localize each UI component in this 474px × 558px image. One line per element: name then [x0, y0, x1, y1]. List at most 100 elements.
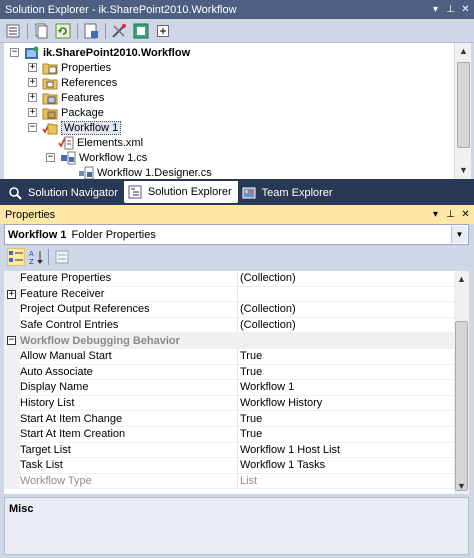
- auto-hide-pin-icon[interactable]: ⊥: [444, 209, 457, 220]
- property-row[interactable]: Project Output References (Collection): [4, 302, 454, 318]
- row-margin: [4, 473, 20, 489]
- property-row[interactable]: Start At Item Change True: [4, 411, 454, 427]
- property-value[interactable]: Workflow 1 Host List: [238, 443, 454, 458]
- chevron-down-icon[interactable]: ▼: [451, 226, 467, 243]
- property-name: History List: [20, 395, 238, 411]
- properties-toolbar: AZ: [4, 245, 469, 269]
- object-selector[interactable]: Workflow 1 Folder Properties ▼: [4, 224, 469, 245]
- tree-label: Package: [61, 106, 104, 119]
- show-all-files-icon[interactable]: [32, 22, 50, 40]
- property-row[interactable]: Start At Item Creation True: [4, 427, 454, 443]
- collapse-icon[interactable]: −: [46, 153, 55, 162]
- property-value[interactable]: (Collection): [238, 318, 454, 333]
- solution-explorer-scrollbar[interactable]: ▲ ▼: [454, 43, 471, 179]
- property-row[interactable]: Target List Workflow 1 Host List: [4, 442, 454, 459]
- tree-label: Workflow 1.Designer.cs: [97, 166, 212, 179]
- property-value[interactable]: Workflow 1 Tasks: [238, 458, 454, 473]
- property-value[interactable]: True: [238, 427, 454, 442]
- object-name: Workflow 1: [8, 228, 67, 241]
- property-row[interactable]: History List Workflow History: [4, 395, 454, 412]
- tree-node-features[interactable]: + Features: [28, 90, 104, 105]
- project-icon: [24, 46, 40, 60]
- tree-node-elements-xml[interactable]: Elements.xml: [58, 135, 143, 150]
- property-row[interactable]: + Feature Receiver: [4, 286, 454, 303]
- object-type: Folder Properties: [71, 228, 156, 241]
- tab-label: Solution Explorer: [147, 186, 232, 198]
- solution-explorer-toolbar: [0, 19, 474, 43]
- tab-solution-explorer[interactable]: Solution Explorer: [123, 181, 238, 203]
- tree-node-workflow-1-cs[interactable]: − Workflow 1.cs: [46, 150, 147, 165]
- svg-text:A: A: [29, 250, 34, 258]
- window-position-dropdown-icon[interactable]: ▾: [429, 209, 442, 220]
- tab-label: Team Explorer: [261, 187, 333, 199]
- collapse-icon[interactable]: −: [10, 48, 19, 57]
- property-row[interactable]: Auto Associate True: [4, 364, 454, 381]
- tree-label: Workflow 1.cs: [79, 151, 148, 164]
- solution-explorer-icon: [128, 185, 144, 199]
- view-designer-icon[interactable]: [110, 22, 128, 40]
- category-row[interactable]: − Workflow Debugging Behavior: [4, 333, 454, 349]
- tab-solution-navigator[interactable]: Solution Navigator: [4, 183, 124, 203]
- property-value[interactable]: True: [238, 349, 454, 364]
- scroll-thumb[interactable]: [457, 62, 470, 148]
- expand-icon[interactable]: +: [28, 63, 37, 72]
- tree-node-workflow-1-designer-cs[interactable]: Workflow 1.Designer.cs: [78, 165, 212, 179]
- expand-icon[interactable]: +: [28, 78, 37, 87]
- window-position-dropdown-icon[interactable]: ▾: [429, 4, 442, 15]
- collapse-icon[interactable]: −: [7, 336, 16, 346]
- expand-icon[interactable]: +: [28, 93, 37, 102]
- expand-icon[interactable]: +: [28, 108, 37, 117]
- property-row[interactable]: Display Name Workflow 1: [4, 380, 454, 396]
- properties-icon[interactable]: [4, 22, 22, 40]
- scroll-up-icon[interactable]: ▲: [454, 271, 469, 287]
- property-name: Display Name: [20, 380, 238, 395]
- property-row[interactable]: Feature Properties (Collection): [4, 271, 454, 287]
- categorized-icon[interactable]: [7, 248, 25, 266]
- tree-label: Features: [61, 91, 105, 104]
- property-row[interactable]: Workflow Type List: [4, 473, 454, 490]
- property-value[interactable]: Workflow History: [238, 396, 454, 411]
- property-grid-scrollbar[interactable]: ▲ ▼: [454, 271, 469, 494]
- collapse-icon[interactable]: −: [28, 123, 37, 132]
- property-value[interactable]: Workflow 1: [238, 380, 454, 395]
- category-name: Workflow Debugging Behavior: [20, 334, 180, 347]
- xml-file-icon: [58, 136, 74, 150]
- refresh-icon[interactable]: [54, 22, 72, 40]
- alphabetical-icon[interactable]: AZ: [27, 248, 45, 266]
- property-value[interactable]: True: [238, 365, 454, 380]
- row-margin: [4, 380, 20, 395]
- scroll-up-icon[interactable]: ▲: [455, 43, 472, 60]
- tree-label: ik.SharePoint2010.Workflow: [43, 46, 191, 59]
- property-row[interactable]: Safe Control Entries (Collection): [4, 317, 454, 334]
- property-value[interactable]: [238, 287, 454, 302]
- tab-team-explorer[interactable]: Team Explorer: [238, 183, 339, 203]
- property-row[interactable]: Allow Manual Start True: [4, 349, 454, 365]
- class-diagram-icon[interactable]: [132, 22, 150, 40]
- property-name: Target List: [20, 442, 238, 458]
- view-code-icon[interactable]: [82, 22, 100, 40]
- scroll-thumb[interactable]: [455, 321, 468, 491]
- tree-node-workflow-1[interactable]: − Workflow 1: [28, 120, 122, 135]
- tree-node-project[interactable]: − ik.SharePoint2010.Workflow: [10, 45, 190, 60]
- add-icon[interactable]: [154, 22, 172, 40]
- property-value[interactable]: (Collection): [238, 271, 454, 286]
- auto-hide-pin-icon[interactable]: ⊥: [444, 4, 457, 15]
- solution-tree: − ik.SharePoint2010.Workflow + Propertie…: [4, 43, 454, 179]
- property-row[interactable]: Task List Workflow 1 Tasks: [4, 458, 454, 474]
- property-grid: Feature Properties (Collection) + Featur…: [4, 271, 454, 494]
- property-value[interactable]: (Collection): [238, 302, 454, 317]
- package-icon: [42, 106, 58, 120]
- close-icon[interactable]: ✕: [459, 4, 472, 15]
- tree-node-references[interactable]: + References: [28, 75, 117, 90]
- toolbar-separator: [77, 22, 78, 39]
- close-icon[interactable]: ✕: [459, 209, 472, 220]
- tree-node-package[interactable]: + Package: [28, 105, 104, 120]
- tree-node-properties[interactable]: + Properties: [28, 60, 111, 75]
- property-pages-icon[interactable]: [53, 248, 71, 266]
- expand-icon[interactable]: +: [7, 289, 16, 299]
- property-value: List: [240, 475, 258, 488]
- property-value[interactable]: True: [238, 411, 454, 426]
- property-name: Safe Control Entries: [20, 317, 238, 333]
- scroll-down-icon[interactable]: ▼: [454, 478, 469, 494]
- scroll-down-icon[interactable]: ▼: [455, 162, 472, 179]
